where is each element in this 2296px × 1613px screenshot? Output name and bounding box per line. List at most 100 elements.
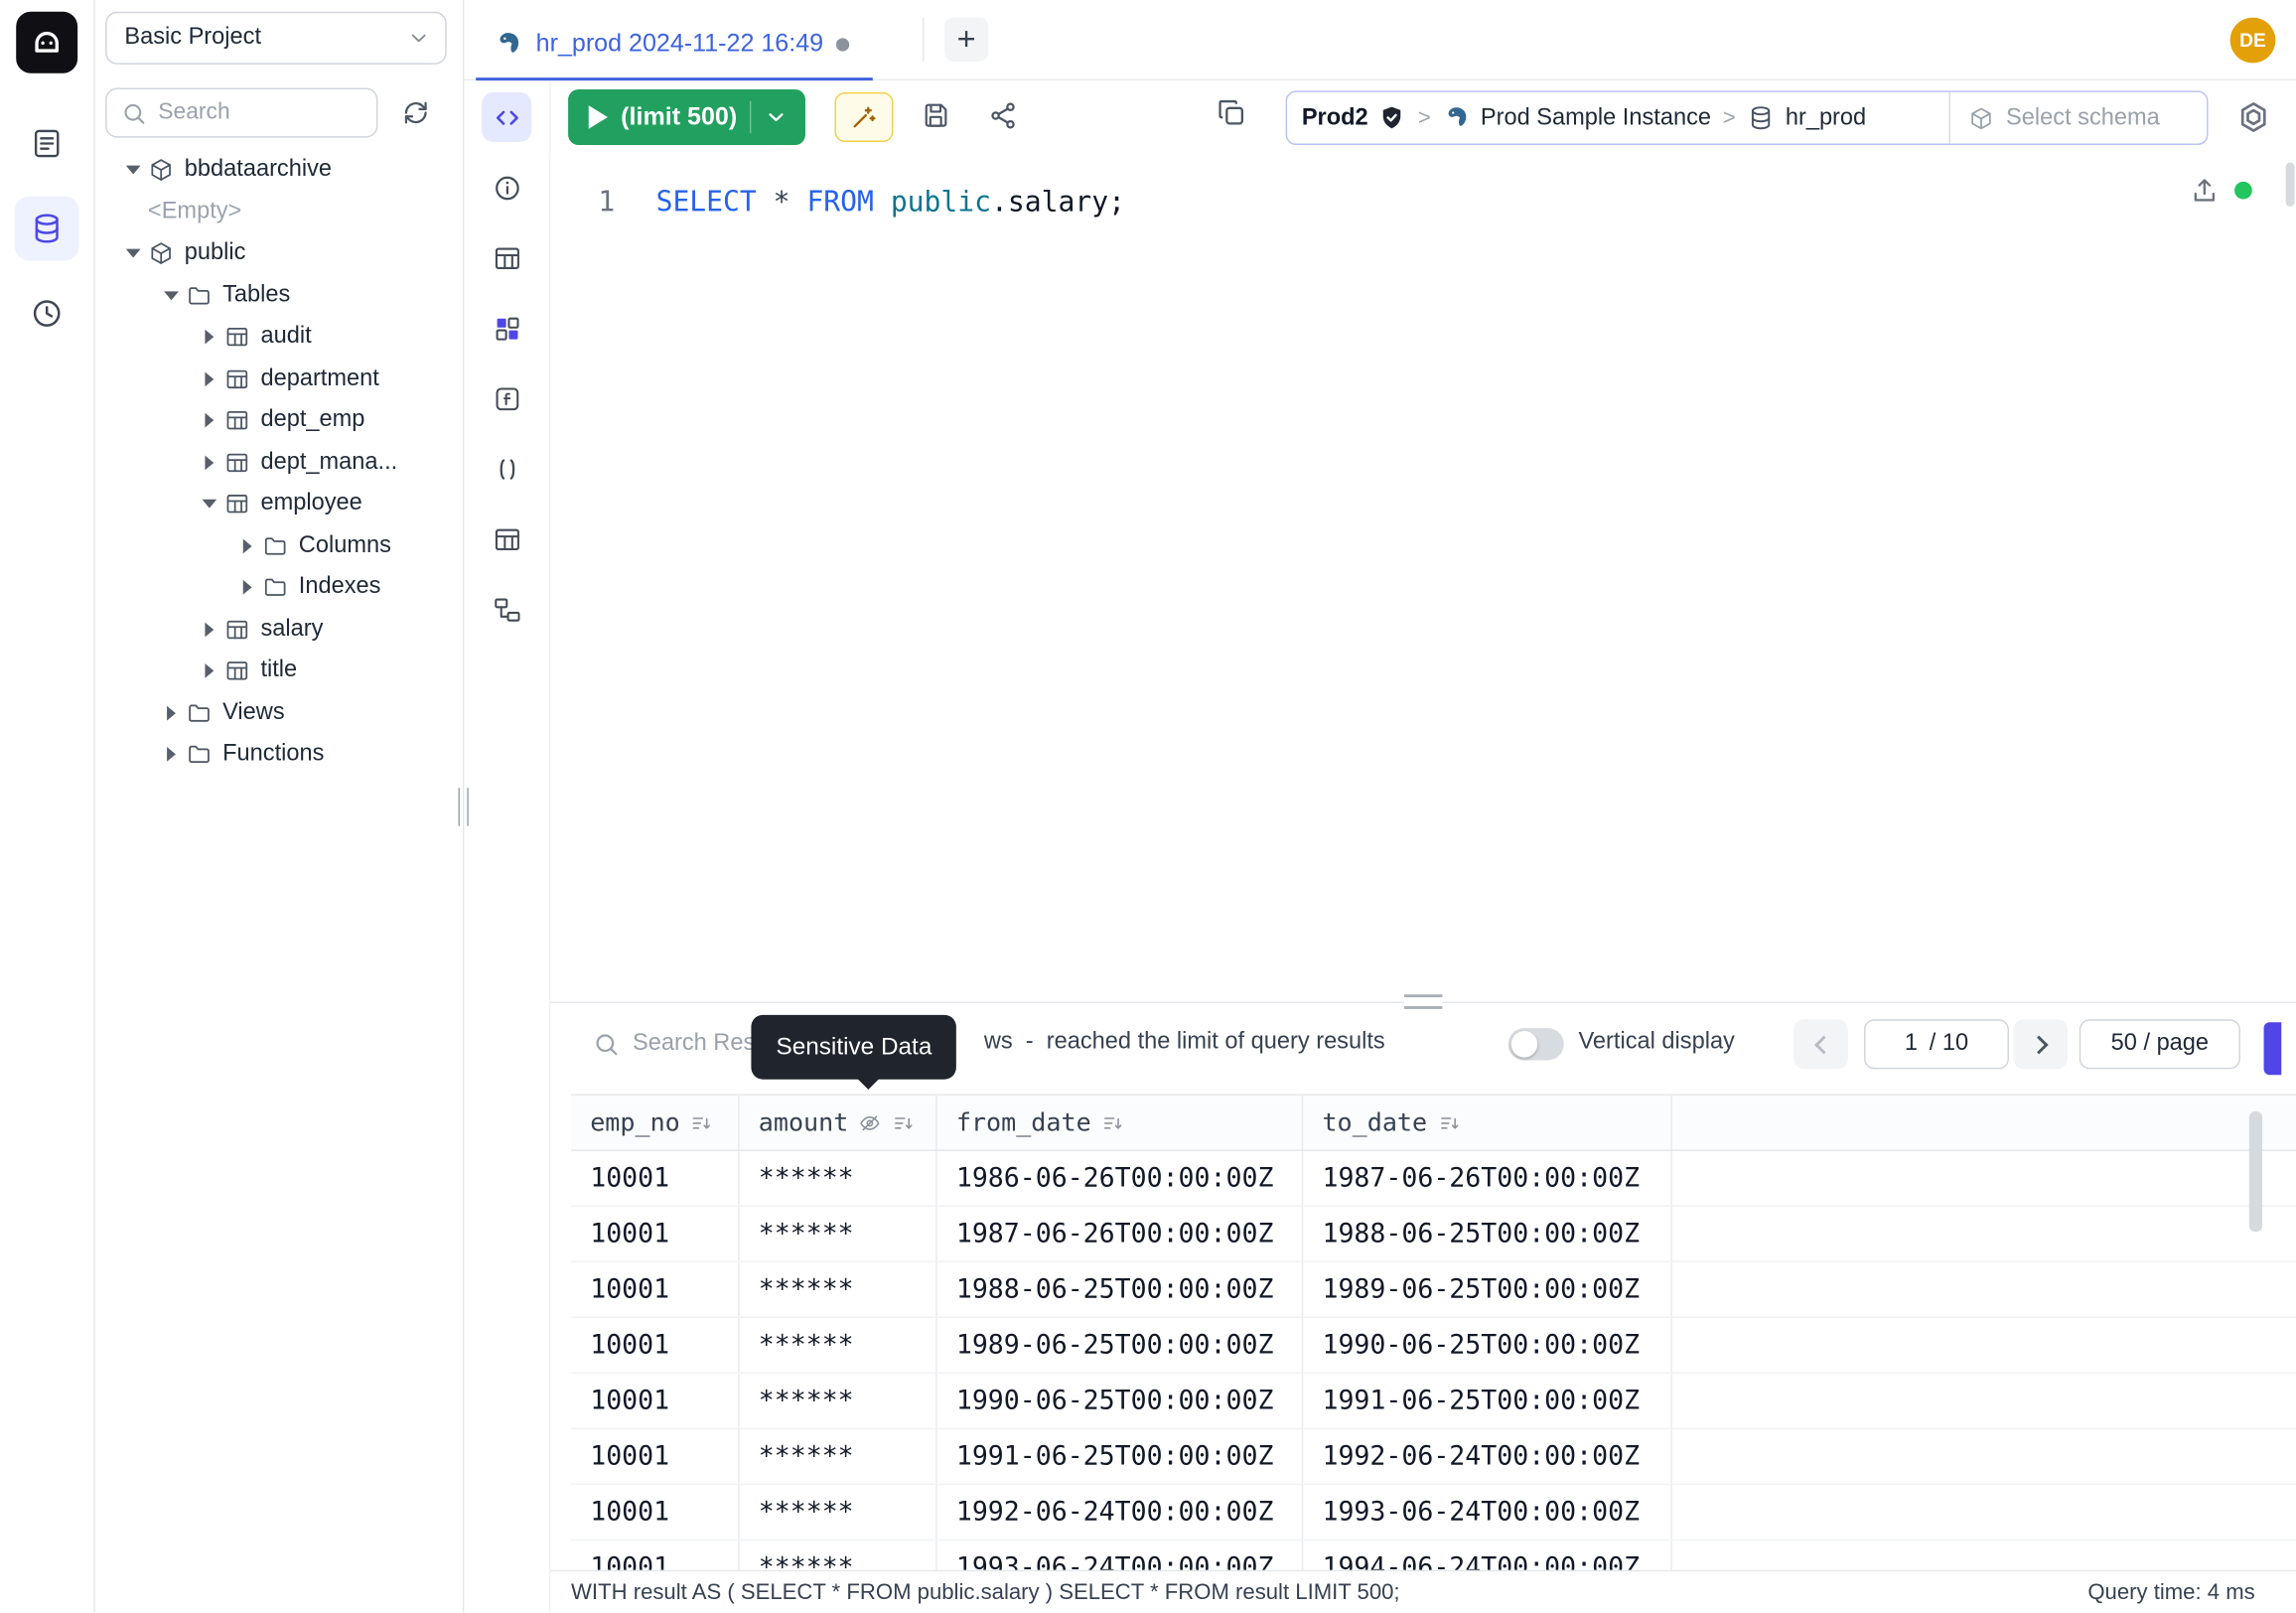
table-cell[interactable]: 1986-06-26T00:00:00Z [937,1151,1304,1206]
tree-item[interactable]: <Empty> [95,191,463,232]
table-cell[interactable]: ****** [740,1540,937,1569]
caret-down-icon[interactable] [201,496,218,513]
tree-item[interactable]: bbdataarchive [95,149,463,191]
run-button[interactable]: (limit 500) [568,89,805,145]
table-cell[interactable] [1672,1151,2296,1206]
caret-right-icon[interactable] [201,370,218,388]
eye-off-icon[interactable] [859,1110,883,1134]
table-cell[interactable] [1672,1262,2296,1317]
table-cell[interactable]: 1991-06-25T00:00:00Z [937,1429,1304,1484]
strip-procedures-button[interactable] [482,444,531,494]
table-cell[interactable]: 1993-06-24T00:00:00Z [1303,1485,1672,1540]
table-row[interactable]: 10001******1991-06-25T00:00:00Z1992-06-2… [571,1429,2296,1485]
table-cell[interactable]: 10001 [571,1485,740,1540]
table-cell[interactable]: ****** [740,1262,937,1317]
connection-breadcrumb[interactable]: Prod2 > Prod Sample Instance > hr_prod S… [1286,90,2209,145]
table-cell[interactable]: 1987-06-26T00:00:00Z [1303,1151,1672,1206]
table-cell[interactable]: 1989-06-25T00:00:00Z [1303,1262,1672,1317]
refresh-button[interactable] [401,98,430,127]
table-row[interactable]: 10001******1986-06-26T00:00:00Z1987-06-2… [571,1151,2296,1207]
table-cell[interactable] [1672,1318,2296,1373]
strip-external-tables-button[interactable] [482,514,531,564]
caret-down-icon[interactable] [163,287,181,305]
tree-item[interactable]: department [95,359,463,400]
sidebar-search-input[interactable] [158,99,361,126]
table-cell[interactable]: 10001 [571,1318,740,1373]
table-cell[interactable]: 1988-06-25T00:00:00Z [937,1262,1304,1317]
caret-right-icon[interactable] [201,621,218,639]
user-avatar[interactable]: DE [2230,18,2276,64]
tree-item[interactable]: salary [95,609,463,651]
tree-item[interactable]: audit [95,316,463,358]
table-cell[interactable]: 1987-06-26T00:00:00Z [937,1207,1304,1261]
sort-icon[interactable] [1437,1110,1461,1134]
caret-right-icon[interactable] [238,537,256,555]
table-row[interactable]: 10001******1987-06-26T00:00:00Z1988-06-2… [571,1207,2296,1262]
table-row[interactable]: 10001******1993-06-24T00:00:00Z1994-06-2… [571,1540,2296,1569]
strip-functions-button[interactable] [482,373,531,423]
vertical-display-toggle[interactable] [1508,1028,1564,1060]
caret-right-icon[interactable] [201,412,218,430]
tree-item[interactable]: Columns [95,525,463,567]
table-cell[interactable]: ****** [740,1429,937,1484]
table-cell[interactable]: 1989-06-25T00:00:00Z [937,1318,1304,1373]
tab-hr-prod[interactable]: hr_prod 2024-11-22 16:49 [476,10,873,80]
tree-item[interactable]: title [95,651,463,692]
table-cell[interactable]: ****** [740,1207,937,1261]
table-cell[interactable]: 10001 [571,1207,740,1261]
side-panel-edge-button[interactable] [2264,1022,2282,1075]
format-wand-button[interactable] [834,92,893,142]
caret-right-icon[interactable] [163,704,181,722]
editor-scrollbar[interactable] [2286,163,2295,207]
table-row[interactable]: 10001******1988-06-25T00:00:00Z1989-06-2… [571,1262,2296,1318]
table-cell[interactable]: 1991-06-25T00:00:00Z [1303,1374,1672,1428]
tree-item[interactable]: dept_mana... [95,442,463,484]
bytebase-logo[interactable] [16,12,77,73]
caret-right-icon[interactable] [201,329,218,347]
results-scrollbar[interactable] [2249,1111,2262,1232]
table-cell[interactable]: 10001 [571,1151,740,1206]
caret-right-icon[interactable] [163,746,181,764]
next-page-button[interactable] [2013,1019,2068,1069]
tree-item[interactable]: Tables [95,274,463,316]
caret-right-icon[interactable] [201,662,218,680]
strip-schema-diagram-button[interactable] [482,303,531,353]
table-cell[interactable]: 1993-06-24T00:00:00Z [937,1540,1304,1569]
strip-tables-button[interactable] [482,232,531,282]
table-cell[interactable] [1672,1485,2296,1540]
table-cell[interactable]: ****** [740,1374,937,1428]
share-button[interactable] [987,99,1019,131]
caret-down-icon[interactable] [124,245,142,263]
table-row[interactable]: 10001******1992-06-24T00:00:00Z1993-06-2… [571,1485,2296,1540]
table-cell[interactable]: 10001 [571,1540,740,1569]
sql-editor[interactable]: 1 SELECT * FROM public.salary; [550,154,2296,1002]
panel-splitter-handle[interactable] [1404,994,1442,1009]
rail-worksheet-button[interactable] [15,111,79,176]
table-cell[interactable]: 1990-06-25T00:00:00Z [937,1374,1304,1428]
tree-item[interactable]: Indexes [95,567,463,609]
strip-er-diagram-button[interactable] [482,584,531,634]
prev-page-button[interactable] [1794,1019,1848,1069]
strip-editor-button[interactable] [482,92,531,142]
rail-schema-button[interactable] [15,197,79,261]
table-cell[interactable] [1672,1374,2296,1428]
table-row[interactable]: 10001******1990-06-25T00:00:00Z1991-06-2… [571,1374,2296,1429]
table-cell[interactable]: ****** [740,1318,937,1373]
caret-right-icon[interactable] [201,454,218,472]
table-cell[interactable]: 1988-06-25T00:00:00Z [1303,1207,1672,1261]
table-cell[interactable]: 1992-06-24T00:00:00Z [937,1485,1304,1540]
page-indicator[interactable]: 1 / 10 [1864,1019,2009,1069]
ai-assistant-button[interactable] [2234,98,2272,136]
table-cell[interactable] [1672,1429,2296,1484]
schema-select[interactable]: Select schema [1949,92,2208,144]
export-button[interactable] [2189,176,2220,207]
table-cell[interactable] [1672,1207,2296,1261]
caret-right-icon[interactable] [238,579,256,597]
strip-info-button[interactable] [482,163,531,213]
tree-item[interactable]: Functions [95,734,463,776]
table-cell[interactable]: 1994-06-24T00:00:00Z [1303,1540,1672,1569]
table-cell[interactable]: 10001 [571,1374,740,1428]
sidebar-resize-handle[interactable] [459,788,469,825]
new-tab-button[interactable]: + [944,18,988,62]
table-cell[interactable]: 1992-06-24T00:00:00Z [1303,1429,1672,1484]
